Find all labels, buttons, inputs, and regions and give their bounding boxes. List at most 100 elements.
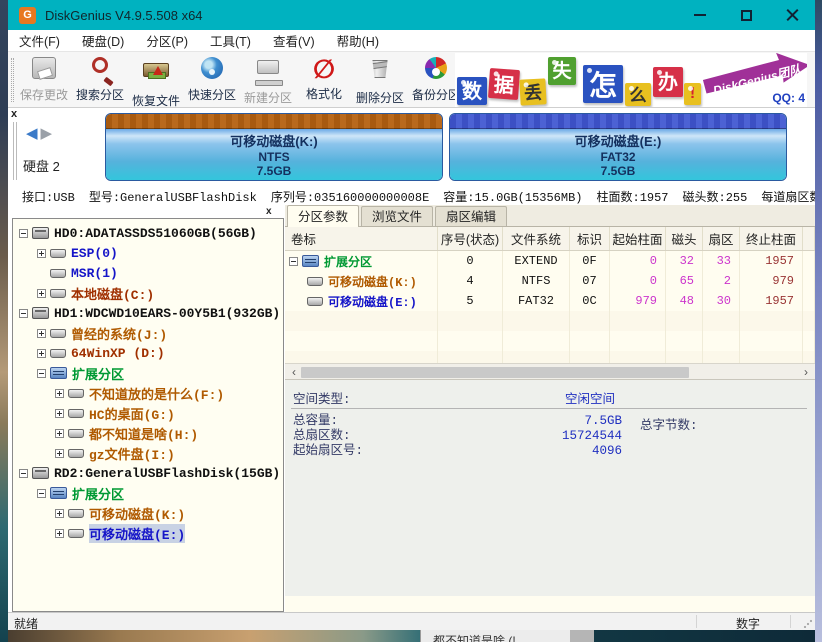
tree-item-e-selected[interactable]: 可移动磁盘(E:) [15, 523, 283, 543]
table-empty-area [285, 311, 815, 363]
expand-icon[interactable] [55, 529, 64, 538]
tree-item-hd1[interactable]: HD1:WDCWD10EARS-00Y5B1(932GB) [15, 303, 283, 323]
collapse-icon[interactable] [19, 309, 28, 318]
save-changes-button[interactable]: 保存更改 [16, 54, 72, 106]
partition-box-e[interactable]: 可移动磁盘(E:) FAT32 7.5GB [449, 113, 787, 181]
total-capacity-label: 总容量: [293, 414, 363, 429]
info-sectors-per-track: 每道扇区数:63 [761, 188, 815, 205]
ad-tag: 据 [488, 68, 520, 100]
info-heads: 磁头数:255 [683, 188, 748, 205]
tree-item-k[interactable]: 可移动磁盘(K:) [15, 503, 283, 523]
recover-files-button[interactable]: 恢复文件 [128, 54, 184, 106]
menu-help[interactable]: 帮助(H) [326, 31, 390, 50]
overview-close-icon[interactable]: x [11, 108, 17, 120]
collapse-icon[interactable] [19, 469, 28, 478]
tab-bar: 分区参数 浏览文件 扇区编辑 [285, 205, 815, 227]
close-button[interactable] [769, 0, 815, 30]
menu-tools[interactable]: 工具(T) [199, 31, 262, 50]
expand-icon[interactable] [55, 509, 64, 518]
minimize-button[interactable] [677, 0, 723, 30]
tree-item-f[interactable]: 不知道放的是什么(F:) [15, 383, 283, 403]
info-cylinders: 柱面数:1957 [597, 188, 669, 205]
disk-nav-arrows[interactable]: ◀▶ [26, 124, 55, 142]
partition-tree: HD0:ADATASSDS51060GB(56GB) ESP(0) MSR(1)… [12, 218, 284, 612]
collapse-icon[interactable] [289, 257, 298, 266]
maximize-button[interactable] [723, 0, 769, 30]
tab-sector-edit[interactable]: 扇区编辑 [435, 206, 507, 226]
format-button[interactable]: ∅ 格式化 [296, 54, 352, 106]
save-icon [32, 57, 56, 79]
collapse-icon[interactable] [37, 489, 46, 498]
format-icon: ∅ [309, 56, 339, 84]
resize-grip-icon[interactable] [803, 619, 812, 628]
info-interface: 接口:USB [22, 188, 75, 205]
next-disk-icon[interactable]: ▶ [41, 125, 56, 142]
tab-partition-params[interactable]: 分区参数 [287, 205, 359, 227]
scroll-left-icon[interactable]: ‹ [287, 365, 301, 379]
extended-partition-icon [50, 367, 67, 379]
tree-item-hd0[interactable]: HD0:ADATASSDS51060GB(56GB) [15, 223, 283, 243]
disk-info-bar: 接口:USB 型号:GeneralUSBFlashDisk 序列号:035160… [8, 186, 815, 206]
expand-icon[interactable] [37, 329, 46, 338]
background-window-fragment[interactable]: 都不知道是啥 (! [420, 630, 570, 642]
toolbar-grip[interactable] [11, 58, 14, 102]
menu-view[interactable]: 查看(V) [262, 31, 326, 50]
prev-disk-icon[interactable]: ◀ [26, 125, 41, 142]
tree-item-i[interactable]: gz文件盘(I:) [15, 443, 283, 463]
scroll-right-icon[interactable]: › [799, 365, 813, 379]
details-panel: 空间类型: 空闲空间 总容量: 总扇区数: 起始扇区号: 7.5GB 15724… [285, 380, 815, 596]
tree-item-h[interactable]: 都不知道是啥(H:) [15, 423, 283, 443]
tab-browse-files[interactable]: 浏览文件 [361, 206, 433, 226]
overview-grip[interactable] [13, 122, 17, 180]
menu-file[interactable]: 文件(F) [8, 31, 71, 50]
partition-box-k[interactable]: 可移动磁盘(K:) NTFS 7.5GB [105, 113, 443, 181]
tree-item-j[interactable]: 曾经的系统(J:) [15, 323, 283, 343]
drive-icon [68, 529, 84, 538]
new-partition-button[interactable]: 新建分区 [240, 54, 296, 106]
title-bar[interactable]: G DiskGenius V4.9.5.508 x64 [8, 0, 815, 30]
search-partition-button[interactable]: 搜索分区 [72, 54, 128, 106]
ad-tag: 丢 [519, 78, 546, 105]
start-sector-label: 起始扇区号: [293, 444, 363, 459]
extended-partition-icon [302, 255, 319, 267]
menu-partition[interactable]: 分区(P) [135, 31, 199, 50]
search-icon [92, 57, 108, 73]
delete-partition-button[interactable]: 删除分区 [352, 54, 408, 106]
tree-item-c[interactable]: 本地磁盘(C:) [15, 283, 283, 303]
expand-icon[interactable] [37, 289, 46, 298]
diskgenius-window: G DiskGenius V4.9.5.508 x64 文件(F) 硬盘(D) … [8, 0, 815, 630]
tree-item-extended-rd2[interactable]: 扩展分区 [15, 483, 283, 503]
menu-disk[interactable]: 硬盘(D) [71, 31, 135, 50]
quick-partition-button[interactable]: 快速分区 [184, 54, 240, 106]
tree-panel-close-icon[interactable]: x [266, 206, 272, 217]
expand-icon[interactable] [55, 389, 64, 398]
expand-icon[interactable] [37, 249, 46, 258]
laptop-icon [257, 60, 279, 74]
table-row[interactable]: 可移动磁盘(E:) 5 FAT32 0C 979 48 30 1957 [285, 291, 815, 311]
collapse-icon[interactable] [37, 369, 46, 378]
tree-item-msr[interactable]: MSR(1) [15, 263, 283, 283]
ad-banner[interactable]: 数 据 丢 失 怎 么 办 ! DiskGenius团队 QQ: 4 [455, 53, 807, 107]
drive-icon [68, 429, 84, 438]
background-window-title: 都不知道是啥 (! [433, 632, 570, 642]
tree-item-extended-hd1[interactable]: 扩展分区 [15, 363, 283, 383]
horizontal-scrollbar[interactable]: ‹ › [285, 363, 815, 380]
expand-icon[interactable] [55, 429, 64, 438]
tree-item-rd2[interactable]: RD2:GeneralUSBFlashDisk(15GB) [15, 463, 283, 483]
table-row[interactable]: 扩展分区 0 EXTEND 0F 0 32 33 1957 [285, 251, 815, 271]
expand-icon[interactable] [37, 349, 46, 358]
tree-item-g[interactable]: HC的桌面(G:) [15, 403, 283, 423]
expand-icon[interactable] [55, 449, 64, 458]
table-header[interactable]: 卷标 序号(状态) 文件系统 标识 起始柱面 磁头 扇区 终止柱面 [285, 227, 815, 251]
disk-icon [32, 307, 49, 319]
menu-bar: 文件(F) 硬盘(D) 分区(P) 工具(T) 查看(V) 帮助(H) [8, 30, 815, 52]
tree-item-d[interactable]: 64WinXP (D:) [15, 343, 283, 363]
collapse-icon[interactable] [19, 229, 28, 238]
tree-item-esp[interactable]: ESP(0) [15, 243, 283, 263]
expand-icon[interactable] [55, 409, 64, 418]
ad-tag: 办 [653, 67, 683, 97]
desktop-wallpaper-left [0, 0, 8, 642]
scrollbar-thumb[interactable] [301, 367, 689, 378]
total-capacity-value: 7.5GB [485, 414, 622, 429]
table-row[interactable]: 可移动磁盘(K:) 4 NTFS 07 0 65 2 979 [285, 271, 815, 291]
